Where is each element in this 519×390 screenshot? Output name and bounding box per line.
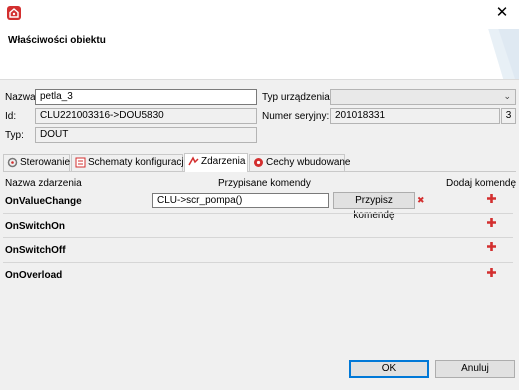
event-name-onoverload: OnOverload: [5, 270, 63, 281]
assign-command-button[interactable]: Przypisz komendę: [333, 192, 415, 221]
schema-icon: [75, 157, 86, 168]
assigned-command-field[interactable]: CLU->scr_pompa(): [152, 193, 329, 208]
name-label: Nazwa:: [5, 92, 39, 103]
add-command-plus-icon[interactable]: [486, 241, 497, 252]
event-name-onswitchon: OnSwitchOn: [5, 221, 65, 232]
device-type-select[interactable]: ⌄: [330, 89, 516, 105]
serial-extra: 3: [501, 108, 516, 124]
dialog-title: Właściwości obiektu: [8, 35, 106, 46]
id-label: Id:: [5, 111, 17, 122]
dialog-footer: OK Anuluj: [0, 348, 519, 390]
header-decoration-icon: [488, 29, 519, 79]
type-field: DOUT: [35, 127, 257, 143]
close-icon[interactable]: ✕: [493, 4, 511, 22]
app-logo-icon: [7, 6, 21, 20]
events-icon: [188, 156, 199, 166]
name-input[interactable]: petla_3: [35, 89, 257, 105]
cancel-button[interactable]: Anuluj: [435, 360, 515, 378]
device-type-label: Typ urządzenia:: [262, 92, 333, 103]
tab-schematy-konfiguracji[interactable]: Schematy konfiguracji: [71, 154, 186, 171]
remove-command-icon[interactable]: ✖: [417, 195, 425, 206]
column-header-event-name: Nazwa zdarzenia: [5, 178, 82, 189]
column-header-add-command: Dodaj komendę: [446, 178, 517, 189]
tab-label: Schematy konfiguracji: [88, 157, 186, 168]
ok-button[interactable]: OK: [349, 360, 429, 378]
event-name-onswitchoff: OnSwitchOff: [5, 245, 66, 256]
tab-label: Sterowanie: [20, 157, 71, 168]
tab-zdarzenia[interactable]: Zdarzenia: [184, 153, 248, 172]
features-icon: [254, 158, 263, 167]
serial-label: Numer seryjny:: [262, 111, 330, 122]
tab-cechy-wbudowane[interactable]: Cechy wbudowane: [249, 154, 351, 171]
row-separator: [3, 262, 513, 263]
tab-label: Cechy wbudowane: [266, 157, 351, 168]
add-command-plus-icon[interactable]: [486, 267, 497, 278]
tab-label: Zdarzenia: [201, 156, 246, 167]
column-header-commands: Przypisane komendy: [218, 178, 311, 189]
serial-field: 201018331: [330, 108, 500, 124]
chevron-down-icon: ⌄: [503, 91, 511, 101]
id-field: CLU221003316->DOU5830: [35, 108, 257, 124]
add-command-plus-icon[interactable]: [486, 217, 497, 228]
add-command-plus-icon[interactable]: [486, 193, 497, 204]
event-name-onvaluechange: OnValueChange: [5, 196, 82, 207]
type-label: Typ:: [5, 130, 24, 141]
row-separator: [3, 237, 513, 238]
dialog-header: Właściwości obiektu: [0, 29, 519, 80]
title-bar: ✕: [0, 0, 519, 29]
tab-sterowanie[interactable]: Sterowanie: [3, 154, 70, 171]
steering-icon: [7, 157, 18, 168]
row-separator: [3, 213, 513, 214]
